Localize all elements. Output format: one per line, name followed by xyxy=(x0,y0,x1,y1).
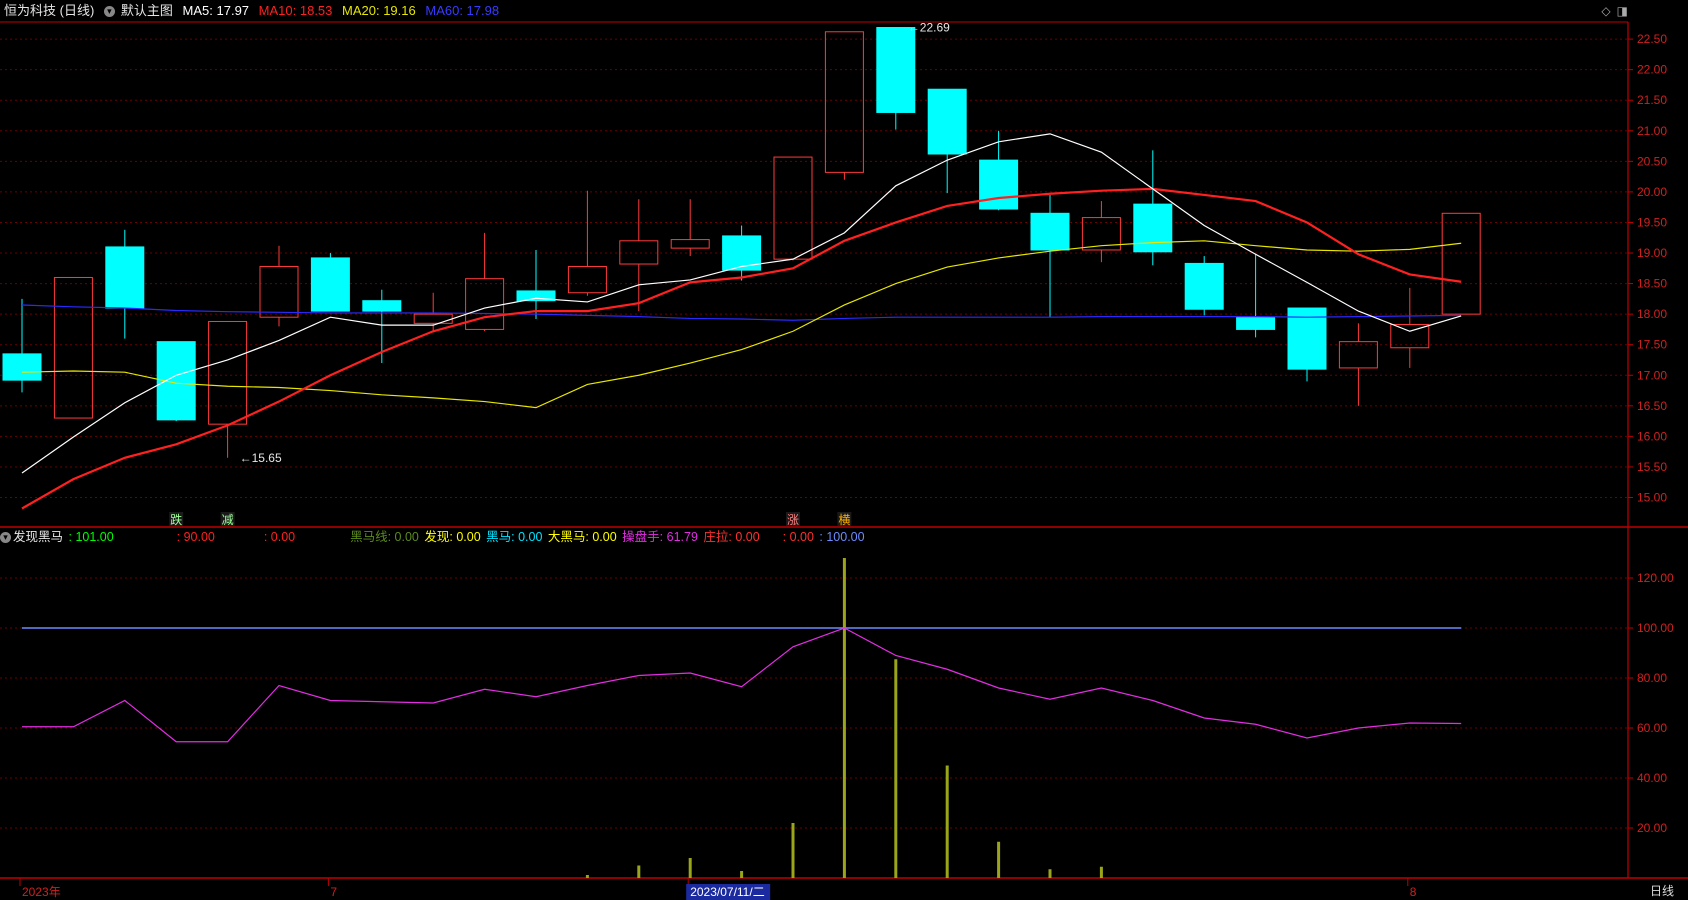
price-tick-label: 21.50 xyxy=(1637,93,1667,107)
x-axis-label: 8 xyxy=(1410,885,1417,899)
diamond-icon[interactable]: ◇ xyxy=(1601,4,1610,18)
heima-value: 黑马: 0.00 xyxy=(486,530,543,544)
window-icon[interactable]: ◨ xyxy=(1617,4,1628,18)
heima-bar xyxy=(791,823,795,878)
price-tick-label: 22.50 xyxy=(1637,32,1667,46)
kline-chart[interactable]: 15.00 15.50 16.00 16.50 17.00 17.50 18.00 18.50… xyxy=(0,0,1688,900)
price-tick-label: 22.00 xyxy=(1637,63,1667,77)
caopanshou-line xyxy=(22,627,1462,743)
candle-body-up xyxy=(619,240,659,265)
da-heima-value: 大黑马: 0.00 xyxy=(547,530,617,544)
signal-label: 横 xyxy=(838,513,850,527)
heima-bar xyxy=(1099,866,1103,878)
chart-header: 恒为科技 (日线) ▾ 默认主图 MA5: 17.97 MA10: 18.53 M… xyxy=(0,0,1688,22)
price-tick-label: 15.00 xyxy=(1637,490,1667,504)
heima-bar xyxy=(688,858,692,878)
candle-body-down xyxy=(1030,212,1070,251)
heima-bar xyxy=(740,871,744,878)
faxian-value: 发现: 0.00 xyxy=(424,530,481,544)
indicator-v5: : 100.00 xyxy=(819,530,865,544)
candle-body-up xyxy=(53,276,93,419)
top-right-icons: ◇ ◨ xyxy=(1595,4,1628,18)
candle-body-up xyxy=(1338,341,1378,369)
indicator-dropdown-icon[interactable]: ▾ xyxy=(0,532,11,544)
candle-body-down xyxy=(1133,203,1173,253)
indicator-tick-label: 20.00 xyxy=(1637,821,1667,835)
price-tick-label: 17.50 xyxy=(1637,338,1667,352)
main-chart-label[interactable]: 默认主图 xyxy=(121,3,173,18)
candle-body-up xyxy=(259,265,299,318)
caopanshou-value: 操盘手: 61.79 xyxy=(622,530,698,544)
ma20-value: MA20: 19.16 xyxy=(342,3,416,18)
candle-body-down xyxy=(927,88,967,155)
price-tick-label: 19.00 xyxy=(1637,246,1667,260)
candle-body-down xyxy=(362,300,402,312)
price-tick-label: 15.50 xyxy=(1637,460,1667,474)
candle-body-down xyxy=(876,27,916,113)
indicator-tick-label: 100.00 xyxy=(1637,621,1674,635)
signal-label: 减 xyxy=(222,513,234,527)
indicator-v4: : 0.00 xyxy=(782,530,814,544)
candle-body-down xyxy=(1184,262,1224,310)
candle-body-up xyxy=(413,313,453,324)
x-axis-label: 2023年 xyxy=(22,885,61,899)
indicator-v1: : 101.00 xyxy=(68,530,114,544)
dropdown-icon[interactable]: ▾ xyxy=(103,6,115,18)
candle-body-down xyxy=(979,159,1019,210)
indicator-header: ▾ 发现黑马 : 101.00 : 90.00 : 0.00 黑马线: 0.00 … xyxy=(0,528,867,546)
indicator-tick-label: 40.00 xyxy=(1637,771,1667,785)
price-annotation: ←22.69 xyxy=(908,21,950,35)
price-tick-label: 18.00 xyxy=(1637,307,1667,321)
x-axis-label: 7 xyxy=(330,885,337,899)
indicator-tick-label: 80.00 xyxy=(1637,671,1667,685)
ma60-value: MA60: 17.98 xyxy=(425,3,500,18)
stock-title[interactable]: 恒为科技 (日线) xyxy=(4,3,94,18)
price-tick-label: 21.00 xyxy=(1637,124,1667,138)
x-axis-label: 2023/07/11/二 xyxy=(690,885,765,899)
ma5-line xyxy=(21,133,1462,474)
price-tick-label: 17.00 xyxy=(1637,368,1667,382)
ma5-value: MA5: 17.97 xyxy=(182,3,250,18)
heima-line-value: 黑马线: 0.00 xyxy=(350,530,419,544)
indicator-v2: : 90.00 xyxy=(176,530,215,544)
price-tick-label: 20.00 xyxy=(1637,185,1667,199)
heima-bar xyxy=(637,865,641,878)
candle-body-down xyxy=(2,353,42,381)
price-tick-label: 20.50 xyxy=(1637,154,1667,168)
signal-label: 跌 xyxy=(170,512,182,527)
candle-body-up xyxy=(1441,212,1481,315)
candle-body-up xyxy=(670,239,710,249)
candle-body-down xyxy=(105,246,145,309)
heima-bar xyxy=(894,659,898,878)
ma10-value: MA10: 18.53 xyxy=(258,3,333,18)
indicator-tick-label: 120.00 xyxy=(1637,571,1674,585)
price-tick-label: 19.50 xyxy=(1637,215,1667,229)
signal-label: 涨 xyxy=(787,512,799,527)
price-tick-label: 18.50 xyxy=(1637,277,1667,291)
price-annotation: ←15.65 xyxy=(240,451,282,465)
candle-body-down xyxy=(1236,316,1276,330)
heima-bar xyxy=(1048,869,1052,878)
price-tick-label: 16.50 xyxy=(1637,399,1667,413)
period-label[interactable]: 日线 xyxy=(1643,882,1680,900)
candle-body-up xyxy=(208,320,248,425)
indicator-tick-label: 60.00 xyxy=(1637,721,1667,735)
heima-bar xyxy=(945,765,949,878)
candle-body-up xyxy=(773,156,813,260)
zhuangla-value: 庄拉: 0.00 xyxy=(703,530,760,544)
heima-bar xyxy=(585,875,589,878)
candle-body-up xyxy=(824,31,864,173)
heima-bar xyxy=(842,558,846,878)
candle-body-up xyxy=(567,265,607,294)
candle-body-down xyxy=(310,257,350,312)
indicator-v3: : 0.00 xyxy=(263,530,296,544)
heima-bar xyxy=(997,841,1001,878)
indicator-name[interactable]: 发现黑马 xyxy=(13,530,63,544)
price-tick-label: 16.00 xyxy=(1637,429,1667,443)
